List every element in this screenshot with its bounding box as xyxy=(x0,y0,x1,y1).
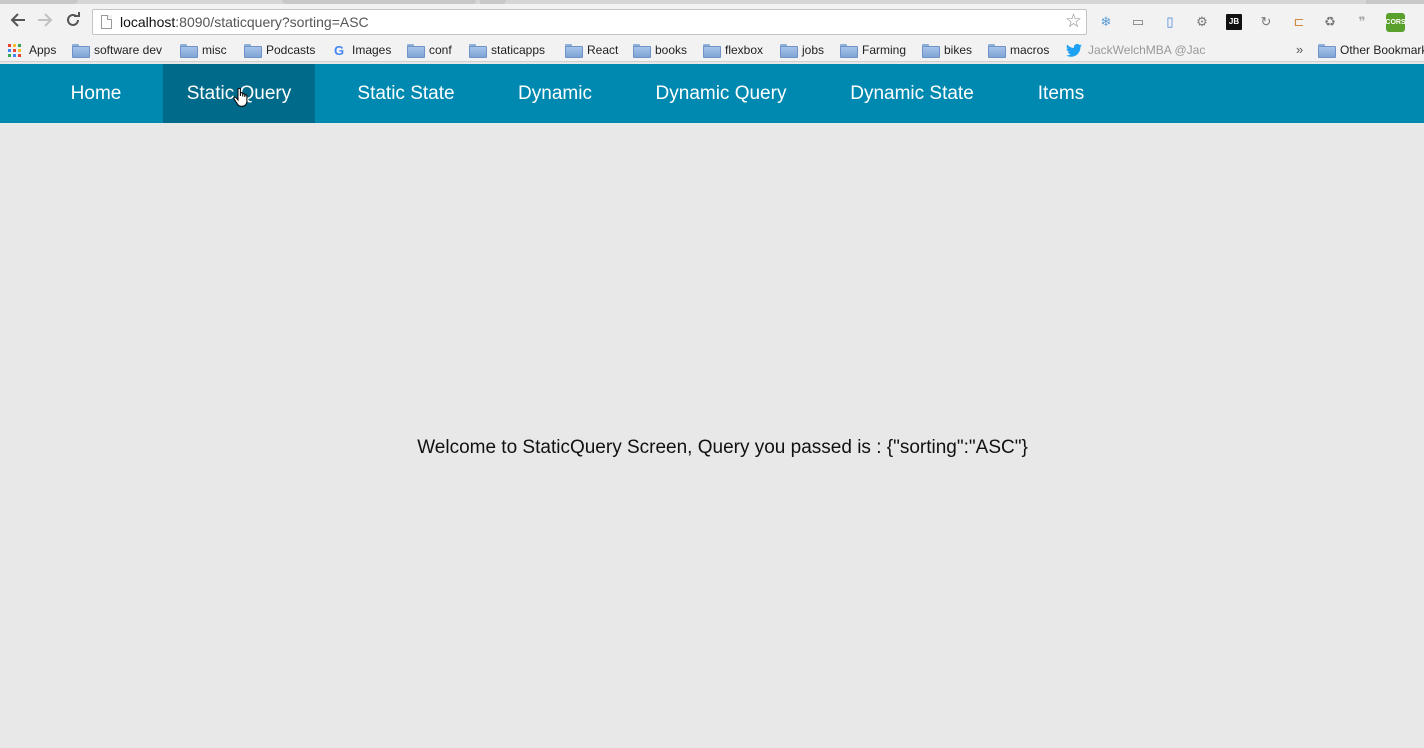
bookmark-label: jobs xyxy=(802,43,825,57)
folder-icon xyxy=(988,44,1006,58)
reload-button[interactable] xyxy=(61,8,85,32)
bookmark-images[interactable]: G Images xyxy=(332,42,391,58)
jetbrains-icon[interactable]: JB xyxy=(1226,14,1242,30)
forward-arrow-icon xyxy=(38,13,53,27)
bookmark-label: conf xyxy=(429,43,452,57)
folder-icon xyxy=(469,44,487,58)
bookmark-label: React xyxy=(587,43,619,57)
app-navbar: Home Static Query Static State Dynamic D… xyxy=(0,64,1424,123)
apps-grid-icon xyxy=(8,43,21,57)
ruler-extension-icon[interactable]: ⊏ xyxy=(1290,13,1308,31)
nav-items[interactable]: Items xyxy=(1016,64,1106,123)
bookmark-twitter[interactable]: JackWelchMBA @Jac xyxy=(1066,42,1205,58)
bookmark-folder[interactable]: macros xyxy=(988,42,1049,58)
bookmark-folder[interactable]: bikes xyxy=(922,42,972,58)
bookmark-label: macros xyxy=(1010,43,1050,57)
folder-icon xyxy=(703,44,721,58)
cors-extension-icon[interactable]: CORS xyxy=(1385,13,1406,32)
sync-extension-icon[interactable]: ↻ xyxy=(1257,13,1275,31)
recycle-extension-icon[interactable]: ♻ xyxy=(1321,13,1339,31)
quote-extension-icon[interactable]: ❞ xyxy=(1353,13,1371,31)
folder-icon xyxy=(922,44,940,58)
folder-icon xyxy=(840,44,858,58)
cast-icon[interactable]: ▭ xyxy=(1129,13,1147,31)
bookmarks-bar: Apps software dev misc Podcasts G Images… xyxy=(0,38,1424,62)
bookmark-label: staticapps xyxy=(491,43,546,57)
nav-static-query[interactable]: Static Query xyxy=(163,64,315,123)
bookmark-label: JackWelchMBA @Jac xyxy=(1088,43,1206,57)
google-icon: G xyxy=(333,42,345,58)
browser-toolbar: localhost:8090/staticquery?sorting=ASC ☆… xyxy=(0,4,1424,38)
back-arrow-icon xyxy=(10,13,25,27)
bookmark-apps[interactable]: Apps xyxy=(8,42,56,58)
bookmark-label: bikes xyxy=(944,43,973,57)
url-path: :8090/staticquery?sorting=ASC xyxy=(175,14,369,30)
bookmark-label: misc xyxy=(202,43,227,57)
folder-icon xyxy=(407,44,425,58)
folder-icon xyxy=(180,44,198,58)
welcome-message: Welcome to StaticQuery Screen, Query you… xyxy=(417,437,1028,458)
url-host: localhost xyxy=(120,14,176,30)
nav-home[interactable]: Home xyxy=(40,64,152,123)
bookmark-label: Apps xyxy=(29,43,57,57)
bookmarks-overflow-button[interactable]: » xyxy=(1296,42,1303,58)
nav-dynamic-query[interactable]: Dynamic Query xyxy=(635,64,807,123)
tool-extension-icon[interactable]: ⚙ xyxy=(1193,13,1211,31)
bookmark-label: Podcasts xyxy=(266,43,316,57)
bookmark-label: flexbox xyxy=(725,43,764,57)
bookmark-label: software dev xyxy=(94,43,163,57)
bookmark-folder[interactable]: misc xyxy=(180,42,227,58)
page-icon xyxy=(101,15,112,29)
folder-icon xyxy=(780,44,798,58)
bookmark-folder[interactable]: software dev xyxy=(72,42,162,58)
bookmark-folder[interactable]: Podcasts xyxy=(244,42,315,58)
url-text[interactable]: localhost:8090/staticquery?sorting=ASC xyxy=(120,14,369,31)
nav-dynamic-state[interactable]: Dynamic State xyxy=(826,64,998,123)
main-content: Welcome to StaticQuery Screen, Query you… xyxy=(0,123,1424,748)
bookmark-label: Farming xyxy=(862,43,907,57)
twitter-icon xyxy=(1066,43,1082,57)
folder-icon xyxy=(72,44,90,58)
folder-icon xyxy=(244,44,262,58)
bookmark-label: Images xyxy=(352,43,392,57)
folder-icon xyxy=(633,44,651,58)
folder-icon xyxy=(565,44,583,58)
forward-button[interactable] xyxy=(33,8,57,32)
docs-extension-icon[interactable]: ▯ xyxy=(1161,13,1179,31)
bookmark-folder[interactable]: React xyxy=(565,42,618,58)
reload-icon xyxy=(67,12,80,26)
nav-static-state[interactable]: Static State xyxy=(330,64,482,123)
bookmark-folder[interactable]: Farming xyxy=(840,42,906,58)
nav-dynamic[interactable]: Dynamic xyxy=(495,64,615,123)
snowflake-extension-icon[interactable]: ❄ xyxy=(1097,13,1115,31)
bookmark-label: books xyxy=(655,43,688,57)
folder-icon xyxy=(1318,44,1336,58)
address-bar[interactable]: localhost:8090/staticquery?sorting=ASC ☆ xyxy=(92,9,1087,35)
bookmark-folder[interactable]: books xyxy=(633,42,687,58)
star-icon[interactable]: ☆ xyxy=(1065,12,1082,32)
bookmark-folder[interactable]: conf xyxy=(407,42,452,58)
bookmark-folder[interactable]: flexbox xyxy=(703,42,763,58)
bookmark-folder[interactable]: staticapps xyxy=(469,42,545,58)
bookmark-label: Other Bookmarks xyxy=(1340,43,1424,57)
other-bookmarks[interactable]: Other Bookmarks xyxy=(1318,42,1424,58)
bookmark-folder[interactable]: jobs xyxy=(780,42,824,58)
welcome-message-row: Welcome to StaticQuery Screen, Query you… xyxy=(0,437,1424,459)
back-button[interactable] xyxy=(6,8,30,32)
